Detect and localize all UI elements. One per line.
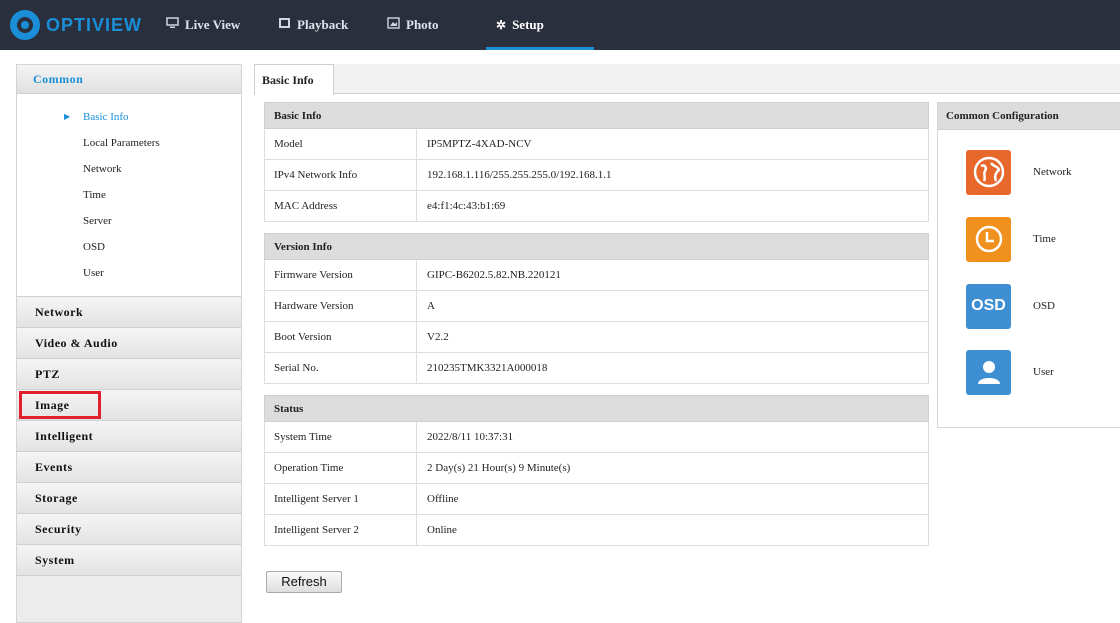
shortcut-time[interactable]: Time (966, 216, 1116, 262)
monitor-icon (166, 17, 179, 33)
sidebar-item-local-parameters[interactable]: Local Parameters (17, 130, 241, 156)
sidebar-group-intelligent[interactable]: Intelligent (17, 421, 241, 452)
nav-playback-label: Playback (297, 17, 349, 32)
sidebar-group-system[interactable]: System (17, 545, 241, 576)
optiview-logo: OPTIVIEW (10, 6, 142, 44)
row-value: IP5MPTZ-4XAD-NCV (427, 138, 532, 150)
version-info-section-title: Version Info (264, 233, 929, 260)
table-row: Boot Version V2.2 (264, 322, 929, 353)
sidebar-item-user[interactable]: User (17, 260, 241, 286)
gear-icon: ✲ (496, 17, 507, 32)
table-row: Hardware Version A (264, 291, 929, 322)
table-row: IPv4 Network Info 192.168.1.116/255.255.2… (264, 160, 929, 191)
row-key: Firmware Version (265, 260, 417, 290)
sidebar-group-common[interactable]: Common (17, 65, 241, 94)
logo-text: OPTIVIEW (46, 14, 143, 35)
logo-mark-icon (10, 10, 40, 40)
osd-icon: OSD (966, 283, 1011, 329)
sidebar-item-osd[interactable]: OSD (17, 234, 241, 260)
shortcut-network-label: Network (1033, 166, 1072, 178)
shortcut-osd-label: OSD (1033, 300, 1056, 312)
table-row: Operation Time 2 Day(s) 21 Hour(s) 9 Minu… (264, 453, 929, 484)
basic-info-section-title: Basic Info (264, 102, 929, 129)
sidebar-item-label: Basic Info (83, 111, 129, 123)
row-key: Model (265, 129, 417, 159)
shortcut-user-label: User (1033, 366, 1054, 378)
row-key: Boot Version (265, 322, 417, 352)
sidebar-item-server[interactable]: Server (17, 208, 241, 234)
globe-icon (966, 149, 1011, 195)
sidebar-group-events[interactable]: Events (17, 452, 241, 483)
nav-playback[interactable]: Playback (278, 0, 348, 50)
row-key: Intelligent Server 1 (265, 484, 417, 514)
table-row: System Time 2022/8/11 10:37:31 (264, 422, 929, 453)
sidebar-group-storage[interactable]: Storage (17, 483, 241, 514)
basic-info-panel: Basic Info Model IP5MPTZ-4XAD-NCV IPv4 Ne… (264, 102, 929, 546)
shortcut-user[interactable]: User (966, 349, 1116, 395)
nav-live-view[interactable]: Live View (166, 0, 240, 50)
row-key: System Time (265, 422, 417, 452)
row-key: Intelligent Server 2 (265, 515, 417, 545)
row-value: 210235TMK3321A000018 (427, 362, 548, 374)
common-submenu: ▶ Basic Info Local Parameters Network Tim… (17, 94, 241, 297)
sidebar-group-image[interactable]: Image (17, 390, 241, 421)
nav-live-view-label: Live View (185, 17, 241, 32)
table-row: MAC Address e4:f1:4c:43:b1:69 (264, 191, 929, 222)
nav-photo[interactable]: Photo (387, 0, 439, 50)
clock-icon (966, 216, 1011, 262)
nav-setup-label: Setup (512, 17, 544, 32)
active-tab-indicator (486, 47, 594, 50)
shortcut-osd[interactable]: OSD OSD (966, 283, 1116, 329)
red-highlight-box (19, 391, 101, 419)
row-value: 192.168.1.116/255.255.255.0/192.168.1.1 (427, 169, 612, 181)
row-value: 2 Day(s) 21 Hour(s) 9 Minute(s) (427, 462, 571, 474)
common-configuration-title: Common Configuration (938, 103, 1120, 130)
row-key: Hardware Version (265, 291, 417, 321)
table-row: Intelligent Server 2 Online (264, 515, 929, 546)
row-value: Online (427, 524, 457, 536)
row-value: GIPC-B6202.5.82.NB.220121 (427, 269, 561, 281)
table-row: Intelligent Server 1 Offline (264, 484, 929, 515)
user-icon (966, 349, 1011, 395)
picture-icon (387, 17, 400, 33)
table-row: Firmware Version GIPC-B6202.5.82.NB.22012… (264, 260, 929, 291)
sidebar-group-ptz[interactable]: PTZ (17, 359, 241, 390)
row-value: Offline (427, 493, 459, 505)
nav-setup[interactable]: ✲ Setup (496, 0, 544, 50)
settings-sidebar: Common ▶ Basic Info Local Parameters Netw… (16, 64, 242, 623)
table-row: Serial No. 210235TMK3321A000018 (264, 353, 929, 384)
row-value: A (427, 300, 435, 312)
sidebar-item-time[interactable]: Time (17, 182, 241, 208)
row-value: e4:f1:4c:43:b1:69 (427, 200, 506, 212)
content-tab-bar: Basic Info (254, 64, 1120, 95)
row-key: Serial No. (265, 353, 417, 383)
row-key: IPv4 Network Info (265, 160, 417, 190)
refresh-button[interactable]: Refresh (266, 571, 342, 593)
shortcut-time-label: Time (1033, 233, 1056, 245)
row-value: 2022/8/11 10:37:31 (427, 431, 514, 443)
shortcut-network[interactable]: Network (966, 149, 1116, 195)
row-key: Operation Time (265, 453, 417, 483)
film-icon (278, 17, 291, 33)
row-key: MAC Address (265, 191, 417, 221)
nav-photo-label: Photo (406, 17, 439, 32)
active-arrow-icon: ▶ (64, 112, 71, 121)
status-section-title: Status (264, 395, 929, 422)
row-value: V2.2 (427, 331, 449, 343)
common-configuration-panel: Common Configuration Network Time OSD OS… (937, 102, 1120, 428)
sidebar-group-security[interactable]: Security (17, 514, 241, 545)
table-row: Model IP5MPTZ-4XAD-NCV (264, 129, 929, 160)
sidebar-item-network-sub[interactable]: Network (17, 156, 241, 182)
sidebar-group-network[interactable]: Network (17, 297, 241, 328)
tab-basic-info[interactable]: Basic Info (254, 64, 334, 95)
top-navigation-bar: OPTIVIEW Live View Playback Photo ✲ Setu… (0, 0, 1120, 50)
sidebar-group-video-audio[interactable]: Video & Audio (17, 328, 241, 359)
sidebar-item-basic-info[interactable]: ▶ Basic Info (17, 104, 241, 130)
